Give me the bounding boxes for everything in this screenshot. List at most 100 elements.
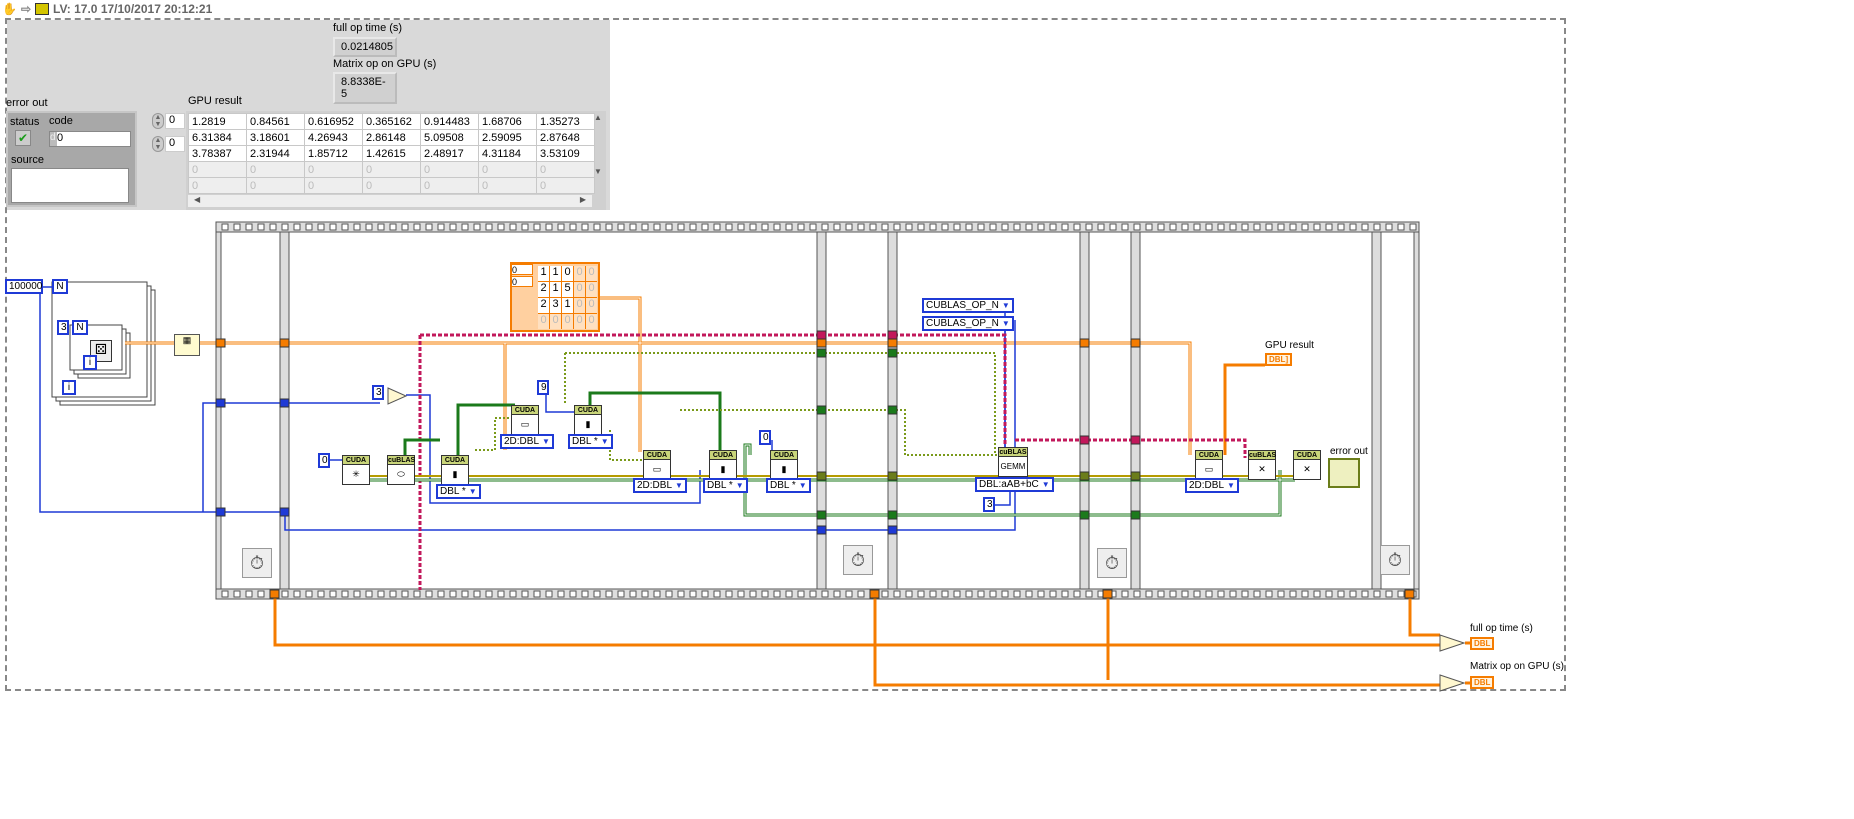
sprocket-hole — [317, 590, 325, 598]
type-enum-dbl-ptr-3[interactable]: DBL * ▼ — [703, 478, 748, 493]
inner-count-constant[interactable]: 3 — [57, 320, 69, 335]
tunnel — [887, 471, 898, 481]
matrix-cell[interactable]: 5 — [562, 282, 573, 297]
sprocket-hole — [989, 223, 997, 231]
matrix-constant[interactable]: 0 0 11000215002310000000 — [510, 262, 600, 332]
sprocket-hole — [293, 590, 301, 598]
const-3-b[interactable]: 3 — [983, 497, 995, 512]
sprocket-hole — [497, 223, 505, 231]
cublas-gemm-node[interactable]: cuBLAS GEMM — [998, 447, 1028, 477]
sprocket-hole — [557, 590, 565, 598]
cuda-upload-node-2[interactable]: CUDA ▮ — [770, 450, 798, 480]
sprocket-hole — [1085, 590, 1093, 598]
type-enum-dbl-ptr-1[interactable]: DBL * ▼ — [436, 484, 481, 499]
sprocket-hole — [929, 223, 937, 231]
sprocket-hole — [1289, 590, 1297, 598]
sprocket-hole — [641, 590, 649, 598]
tunnel — [887, 348, 898, 358]
sprocket-hole — [1193, 590, 1201, 598]
matrix-cell[interactable]: 0 — [586, 282, 597, 297]
sprocket-hole — [917, 223, 925, 231]
sprocket-hole — [1097, 223, 1105, 231]
loop-count-constant[interactable]: 100000 — [5, 279, 43, 294]
cuda-download-node[interactable]: CUDA ▭ — [511, 405, 539, 435]
matrix-cell[interactable]: 1 — [550, 282, 561, 297]
matrix-cell[interactable]: 2 — [538, 282, 549, 297]
matrix-cell[interactable]: 0 — [574, 298, 585, 313]
tunnel — [816, 471, 827, 481]
sprocket-hole — [617, 223, 625, 231]
sprocket-hole — [773, 223, 781, 231]
matrix-cell[interactable]: 0 — [586, 266, 597, 281]
tunnel — [816, 510, 827, 520]
gemm-type-enum[interactable]: DBL:aAB+bC ▼ — [975, 477, 1054, 492]
sprocket-hole — [1397, 590, 1405, 598]
cublas-init-node[interactable]: cuBLAS ⬭ — [387, 455, 415, 485]
full-op-terminal[interactable]: DBL — [1470, 637, 1495, 650]
cuda-allocate-node-1[interactable]: CUDA ▮ — [441, 455, 469, 485]
sprocket-hole — [401, 590, 409, 598]
sprocket-hole — [245, 223, 253, 231]
cuda-download-node-2[interactable]: CUDA ▭ — [643, 450, 671, 480]
sprocket-hole — [1337, 590, 1345, 598]
sprocket-hole — [365, 590, 373, 598]
node-header: CUDA — [442, 456, 468, 465]
cuda-release-node[interactable]: CUDA ✕ — [1293, 450, 1321, 480]
sprocket-hole — [1025, 590, 1033, 598]
matrix-cell[interactable]: 0 — [562, 266, 573, 281]
matrix-cell[interactable]: 0 — [586, 298, 597, 313]
cuda-initialize-node[interactable]: CUDA ✳ — [342, 455, 370, 485]
node-glyph-icon: ▭ — [1204, 464, 1214, 474]
type-enum-2d-dbl-1[interactable]: 2D:DBL ▼ — [500, 434, 554, 449]
matrix-cell[interactable]: 3 — [550, 298, 561, 313]
sprocket-hole — [797, 223, 805, 231]
cuda-allocate-node-2[interactable]: CUDA ▮ — [574, 405, 602, 435]
sprocket-hole — [629, 223, 637, 231]
matrix-cell[interactable]: 0 — [574, 314, 585, 329]
matrix-cell[interactable]: 0 — [550, 314, 561, 329]
type-enum-dbl-ptr-4[interactable]: DBL * ▼ — [766, 478, 811, 493]
sprocket-hole — [233, 590, 241, 598]
sprocket-hole — [389, 590, 397, 598]
sprocket-hole — [533, 223, 541, 231]
cuda-upload-node-1[interactable]: CUDA ▮ — [709, 450, 737, 480]
cuda-readback-node[interactable]: CUDA ▭ — [1195, 450, 1223, 480]
sprocket-hole — [1373, 223, 1381, 231]
matrix-cell[interactable]: 1 — [538, 266, 549, 281]
matrix-op-terminal[interactable]: DBL — [1470, 676, 1495, 689]
matrix-row-index[interactable]: 0 — [511, 264, 533, 275]
matrix-cell[interactable]: 1 — [550, 266, 561, 281]
gpu-result-terminal[interactable]: DBL] — [1265, 353, 1293, 366]
matrix-col-index[interactable]: 0 — [511, 276, 533, 287]
type-enum-2d-dbl-3[interactable]: 2D:DBL ▼ — [1185, 478, 1239, 493]
error-out-terminal[interactable] — [1328, 458, 1360, 488]
sprocket-hole — [749, 590, 757, 598]
sprocket-hole — [425, 223, 433, 231]
matrix-cell[interactable]: 0 — [574, 282, 585, 297]
sprocket-hole — [221, 590, 229, 598]
sprocket-hole — [1133, 590, 1141, 598]
sprocket-hole — [353, 590, 361, 598]
sprocket-hole — [833, 223, 841, 231]
matrix-cell[interactable]: 0 — [538, 314, 549, 329]
sprocket-hole — [857, 223, 865, 231]
type-enum-2d-dbl-2[interactable]: 2D:DBL ▼ — [633, 478, 687, 493]
const-0[interactable]: 0 — [318, 453, 330, 468]
matrix-cell[interactable]: 1 — [562, 298, 573, 313]
matrix-cell[interactable]: 0 — [562, 314, 573, 329]
matrix-cell[interactable]: 0 — [586, 314, 597, 329]
sprocket-hole — [1313, 223, 1321, 231]
matrix-cell[interactable]: 0 — [574, 266, 585, 281]
op-enum-b[interactable]: CUBLAS_OP_N ▼ — [922, 316, 1014, 331]
sprocket-hole — [953, 223, 961, 231]
const-0-b[interactable]: 0 — [759, 430, 771, 445]
matrix-cell[interactable]: 2 — [538, 298, 549, 313]
node-glyph-icon: ▮ — [781, 464, 787, 474]
type-enum-dbl-ptr-2[interactable]: DBL * ▼ — [568, 434, 613, 449]
sprocket-hole — [1253, 590, 1261, 598]
cublas-release-node[interactable]: cuBLAS ✕ — [1248, 450, 1276, 480]
const-3[interactable]: 3 — [372, 385, 384, 400]
const-9[interactable]: 9 — [537, 380, 549, 395]
tunnel — [215, 398, 226, 408]
op-enum-a[interactable]: CUBLAS_OP_N ▼ — [922, 298, 1014, 313]
